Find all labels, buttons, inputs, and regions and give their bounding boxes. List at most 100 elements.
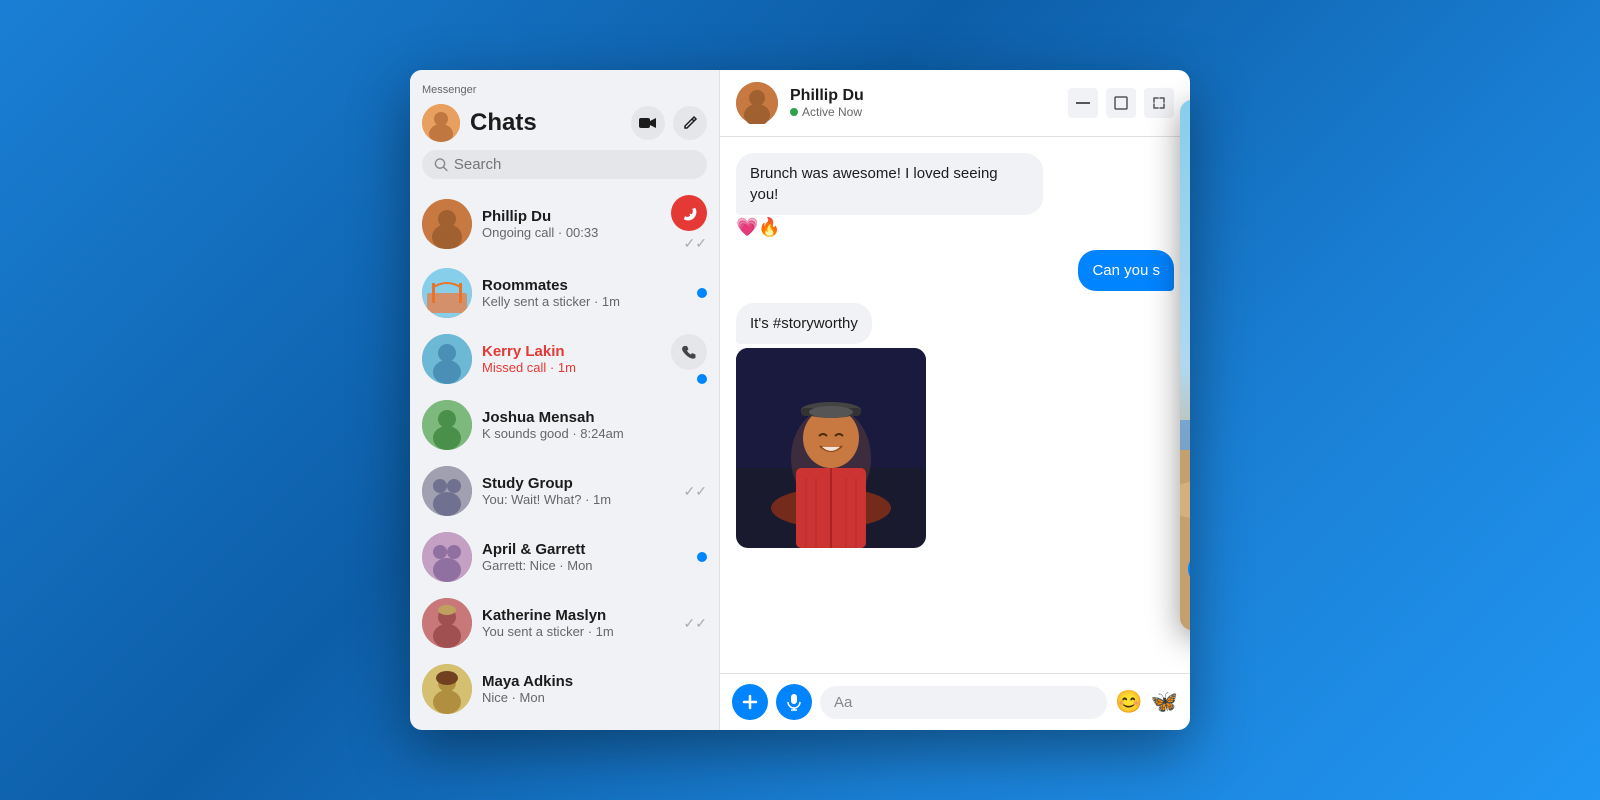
message-received-2: It's #storyworthy xyxy=(736,303,1174,548)
app-label: Messenger xyxy=(422,78,707,100)
chat-name: Joshua Mensah xyxy=(482,409,707,426)
chat-item-maya-adkins[interactable]: Maya Adkins Nice · Mon xyxy=(410,656,719,722)
sidebar: Messenger Chats xyxy=(410,70,720,730)
chat-item-phillip-du[interactable]: Phillip Du Ongoing call · 00:33 ✓✓ xyxy=(410,187,719,260)
video-call-overlay: Omg we look great! xyxy=(1180,100,1190,630)
user-avatar[interactable] xyxy=(422,104,460,142)
emoji-button[interactable]: 😊 xyxy=(1115,689,1142,715)
messages-area: Brunch was awesome! I loved seeing you! … xyxy=(720,137,1190,673)
maximize-button[interactable] xyxy=(1106,88,1136,118)
chat-name: Katherine Maslyn xyxy=(482,607,674,624)
avatar-kerry-lakin xyxy=(422,334,472,384)
message-reactions: 💗🔥 xyxy=(736,217,781,238)
avatar-joshua-mensah xyxy=(422,400,472,450)
chat-info-kerry-lakin: Kerry Lakin Missed call · 1m xyxy=(482,343,661,375)
chat-name: Maya Adkins xyxy=(482,673,707,690)
search-bar[interactable] xyxy=(422,150,707,179)
chats-header-left: Chats xyxy=(422,104,537,142)
avatar-katherine-maslyn xyxy=(422,598,472,648)
chat-item-katherine-maslyn[interactable]: Katherine Maslyn You sent a sticker · 1m… xyxy=(410,590,719,656)
chat-info-phillip-du: Phillip Du Ongoing call · 00:33 xyxy=(482,208,661,240)
message-received-1: Brunch was awesome! I loved seeing you! … xyxy=(736,153,1174,238)
chat-item-joshua-mensah[interactable]: Joshua Mensah K sounds good · 8:24am xyxy=(410,392,719,458)
chat-item-kerry-lakin[interactable]: Kerry Lakin Missed call · 1m xyxy=(410,326,719,392)
header-info: Phillip Du Active Now xyxy=(790,87,1056,119)
compose-button[interactable] xyxy=(673,106,707,140)
header-actions xyxy=(1068,88,1174,118)
chat-item-study-group[interactable]: Study Group You: Wait! What? · 1m ✓✓ xyxy=(410,458,719,524)
chat-header: Phillip Du Active Now xyxy=(720,70,1190,137)
app-container: Messenger Chats xyxy=(410,70,1190,730)
search-icon xyxy=(434,157,448,172)
message-bubble: It's #storyworthy xyxy=(736,303,872,344)
chat-meta-roommates xyxy=(697,288,707,298)
chat-info-roommates: Roommates Kelly sent a sticker · 1m xyxy=(482,277,687,309)
chat-meta-study-group: ✓✓ xyxy=(684,483,707,500)
chat-input-row: Aa 😊 🦋 xyxy=(720,673,1190,730)
chat-name: Kerry Lakin xyxy=(482,343,661,360)
header-avatar xyxy=(736,82,778,124)
avatar-phillip-du xyxy=(422,199,472,249)
chat-name: Phillip Du xyxy=(482,208,661,225)
chat-preview: You: Wait! What? · 1m xyxy=(482,492,674,507)
main-chat: Phillip Du Active Now xyxy=(720,70,1190,730)
video-call-button[interactable] xyxy=(631,106,665,140)
unread-indicator xyxy=(697,288,707,298)
header-status: Active Now xyxy=(790,105,1056,119)
check-icon: ✓✓ xyxy=(684,615,707,632)
message-sent-1: Can you s xyxy=(736,250,1174,291)
status-text: Active Now xyxy=(802,105,862,119)
video-main: Omg we look great! xyxy=(1180,100,1190,630)
chat-preview: Garrett: Nice · Mon xyxy=(482,558,687,573)
chat-info-maya-adkins: Maya Adkins Nice · Mon xyxy=(482,673,707,705)
chat-info-study-group: Study Group You: Wait! What? · 1m xyxy=(482,475,674,507)
unread-indicator xyxy=(697,552,707,562)
sidebar-top: Messenger Chats xyxy=(410,70,719,187)
chat-info-joshua-mensah: Joshua Mensah K sounds good · 8:24am xyxy=(482,409,707,441)
search-input[interactable] xyxy=(454,156,695,173)
chats-title: Chats xyxy=(470,109,537,137)
phone-icon[interactable] xyxy=(671,334,707,370)
chat-preview: Missed call · 1m xyxy=(482,360,661,375)
chat-name: Study Group xyxy=(482,475,674,492)
chat-info-katherine-maslyn: Katherine Maslyn You sent a sticker · 1m xyxy=(482,607,674,639)
avatar-study-group xyxy=(422,466,472,516)
message-bubble: Brunch was awesome! I loved seeing you! xyxy=(736,153,1043,215)
chat-meta-april-garrett xyxy=(697,552,707,562)
check-icon: ✓✓ xyxy=(684,235,707,252)
chat-meta-kerry-lakin xyxy=(671,334,707,384)
chats-header: Chats xyxy=(422,100,707,150)
butterfly-button[interactable]: 🦋 xyxy=(1151,689,1178,715)
chat-info-april-garrett: April & Garrett Garrett: Nice · Mon xyxy=(482,541,687,573)
chat-meta-katherine-maslyn: ✓✓ xyxy=(684,615,707,632)
minimize-button[interactable] xyxy=(1068,88,1098,118)
check-icon: ✓✓ xyxy=(684,483,707,500)
input-right-icons: 😊 🦋 xyxy=(1115,689,1178,715)
chat-item-roommates[interactable]: Roommates Kelly sent a sticker · 1m xyxy=(410,260,719,326)
chat-meta-phillip-du: ✓✓ xyxy=(671,195,707,252)
chat-preview: You sent a sticker · 1m xyxy=(482,624,674,639)
end-call-button[interactable] xyxy=(671,195,707,231)
plus-button[interactable] xyxy=(732,684,768,720)
chat-list: Phillip Du Ongoing call · 00:33 ✓✓ xyxy=(410,187,719,730)
chat-name: Roommates xyxy=(482,277,687,294)
message-input[interactable]: Aa xyxy=(820,686,1107,719)
chat-preview: Nice · Mon xyxy=(482,690,707,705)
chat-name: April & Garrett xyxy=(482,541,687,558)
chats-header-actions xyxy=(631,106,707,140)
unread-indicator xyxy=(697,374,707,384)
avatar-maya-adkins xyxy=(422,664,472,714)
chat-preview: K sounds good · 8:24am xyxy=(482,426,707,441)
header-contact-name: Phillip Du xyxy=(790,87,1056,105)
microphone-button[interactable] xyxy=(776,684,812,720)
avatar-roommates xyxy=(422,268,472,318)
chat-preview: Kelly sent a sticker · 1m xyxy=(482,294,687,309)
message-bubble: Can you s xyxy=(1078,250,1174,291)
chat-item-april-garrett[interactable]: April & Garrett Garrett: Nice · Mon xyxy=(410,524,719,590)
chat-preview: Ongoing call · 00:33 xyxy=(482,225,661,240)
expand-button[interactable] xyxy=(1144,88,1174,118)
avatar-april-garrett xyxy=(422,532,472,582)
chat-item-karan-brian[interactable]: Karan & Brian xyxy=(410,722,719,730)
online-status-dot xyxy=(790,108,798,116)
message-image xyxy=(736,348,926,548)
